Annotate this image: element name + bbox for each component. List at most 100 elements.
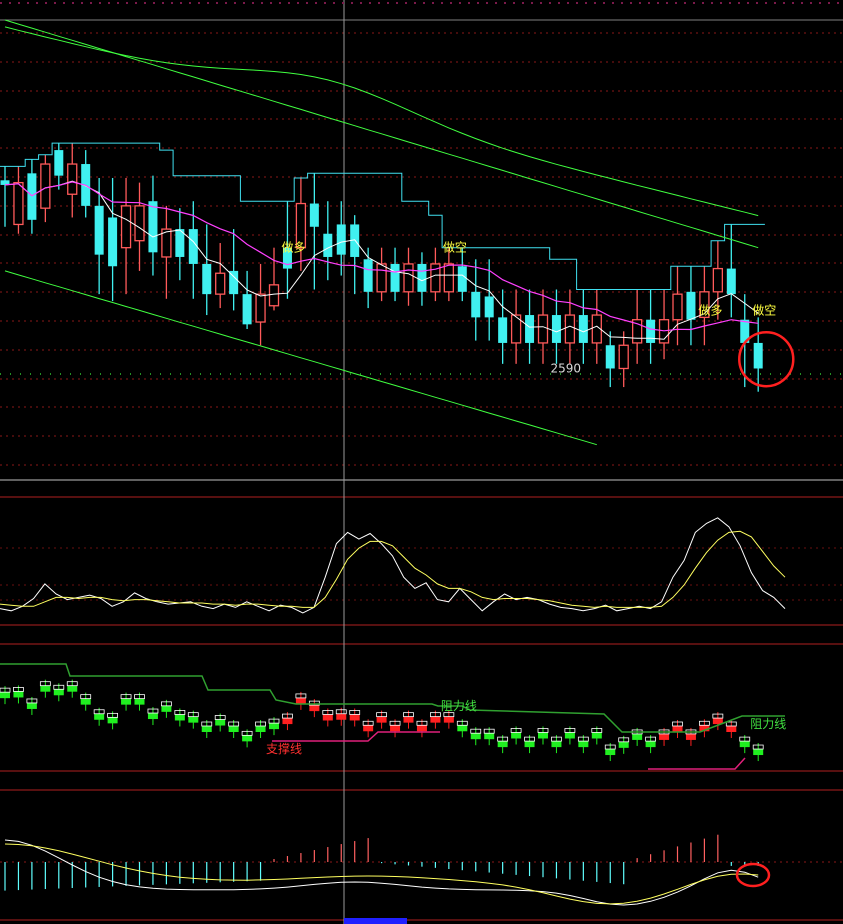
sr-box xyxy=(269,723,279,730)
sr-box xyxy=(161,705,172,712)
top-dot xyxy=(639,2,641,4)
top-dot xyxy=(63,2,65,4)
sr-box xyxy=(242,735,253,742)
top-dot xyxy=(729,2,731,4)
top-dot xyxy=(738,2,740,4)
sr-box xyxy=(390,725,401,732)
top-dot xyxy=(243,2,245,4)
highlight-circle xyxy=(738,330,795,388)
top-dot xyxy=(351,2,353,4)
chart-stage: 做多 做空 做多 做空 2590 阻力线 支撑线 阻力线 xyxy=(0,0,843,924)
top-dot xyxy=(486,2,488,4)
macd-dea-line xyxy=(4,843,759,905)
chart-annotation: 2590 xyxy=(550,361,581,375)
top-dot xyxy=(396,2,398,4)
top-dot xyxy=(549,2,551,4)
sr-label: 阻力线 xyxy=(750,717,786,731)
sr-box xyxy=(94,713,105,720)
top-dot xyxy=(90,2,92,4)
macd-dif-line xyxy=(4,839,759,906)
top-dot xyxy=(333,2,335,4)
top-dot xyxy=(612,2,614,4)
sr-box xyxy=(443,716,454,723)
top-dot xyxy=(477,2,479,4)
top-dot xyxy=(666,2,668,4)
top-dot xyxy=(657,2,659,4)
top-dot xyxy=(135,2,137,4)
candle-body-down xyxy=(336,224,346,255)
candle-body-down xyxy=(753,342,763,369)
top-dot xyxy=(594,2,596,4)
sr-group xyxy=(0,679,764,762)
top-dot xyxy=(711,2,713,4)
sr-box xyxy=(416,725,427,732)
top-dot xyxy=(747,2,749,4)
top-dot xyxy=(459,2,461,4)
candle-body-down xyxy=(54,150,64,176)
candles-group xyxy=(0,143,763,392)
top-dot xyxy=(225,2,227,4)
sr-label: 支撑线 xyxy=(266,741,302,756)
candle-body-up xyxy=(537,314,549,344)
top-dot xyxy=(801,2,803,4)
candle-body-down xyxy=(323,233,333,257)
top-dot xyxy=(522,2,524,4)
top-dot xyxy=(189,2,191,4)
top-dot xyxy=(207,2,209,4)
top-dot xyxy=(54,2,56,4)
top-dot xyxy=(270,2,272,4)
top-dot xyxy=(36,2,38,4)
sr-box xyxy=(739,741,750,748)
top-dot xyxy=(72,2,74,4)
top-dot xyxy=(117,2,119,4)
top-dot xyxy=(297,2,299,4)
sr-box xyxy=(457,725,468,732)
chart-annotation: 做空 xyxy=(752,302,776,317)
top-dot xyxy=(180,2,182,4)
top-dot xyxy=(531,2,533,4)
candle-body-down xyxy=(94,205,104,255)
top-dot xyxy=(630,2,632,4)
candle-body-down xyxy=(309,203,319,227)
candle-body-down xyxy=(390,263,400,292)
sr-box xyxy=(215,719,226,726)
top-dot xyxy=(252,2,254,4)
sr-box xyxy=(470,733,481,740)
sr-box xyxy=(564,732,575,739)
top-dot xyxy=(540,2,542,4)
top-dot xyxy=(81,2,83,4)
top-dot xyxy=(423,2,425,4)
ma-long-line xyxy=(4,19,759,249)
stock-chart[interactable]: 做多 做空做多 做空2590阻力线支撑线阻力线 xyxy=(0,0,843,924)
sr-box xyxy=(685,733,696,740)
support-line-2 xyxy=(648,757,746,770)
sr-box xyxy=(174,714,185,721)
sr-box xyxy=(282,718,293,725)
candle-body-up xyxy=(255,293,266,323)
candle-body-up xyxy=(376,263,387,293)
sr-box xyxy=(605,749,616,756)
candle-body-up xyxy=(120,205,132,249)
chart-annotation: 做多 xyxy=(698,302,722,317)
sr-box xyxy=(591,732,602,739)
candle-body-down xyxy=(605,345,615,369)
support-line xyxy=(272,731,440,742)
candle-body-down xyxy=(417,263,427,292)
candle-body-down xyxy=(484,296,494,318)
sr-box xyxy=(524,741,535,748)
sr-box xyxy=(121,698,132,705)
top-dot xyxy=(720,2,722,4)
top-dot xyxy=(234,2,236,4)
sr-box xyxy=(430,716,441,723)
sr-box xyxy=(403,716,414,723)
top-dot xyxy=(108,2,110,4)
sr-box xyxy=(645,741,656,748)
candle-body-up xyxy=(215,272,226,295)
sr-box xyxy=(67,685,78,692)
sr-box xyxy=(376,716,387,723)
candle-body-down xyxy=(551,315,561,343)
top-dot xyxy=(360,2,362,4)
candle-body-up xyxy=(712,267,723,293)
crosshair-marker xyxy=(344,918,407,924)
top-dot xyxy=(414,2,416,4)
